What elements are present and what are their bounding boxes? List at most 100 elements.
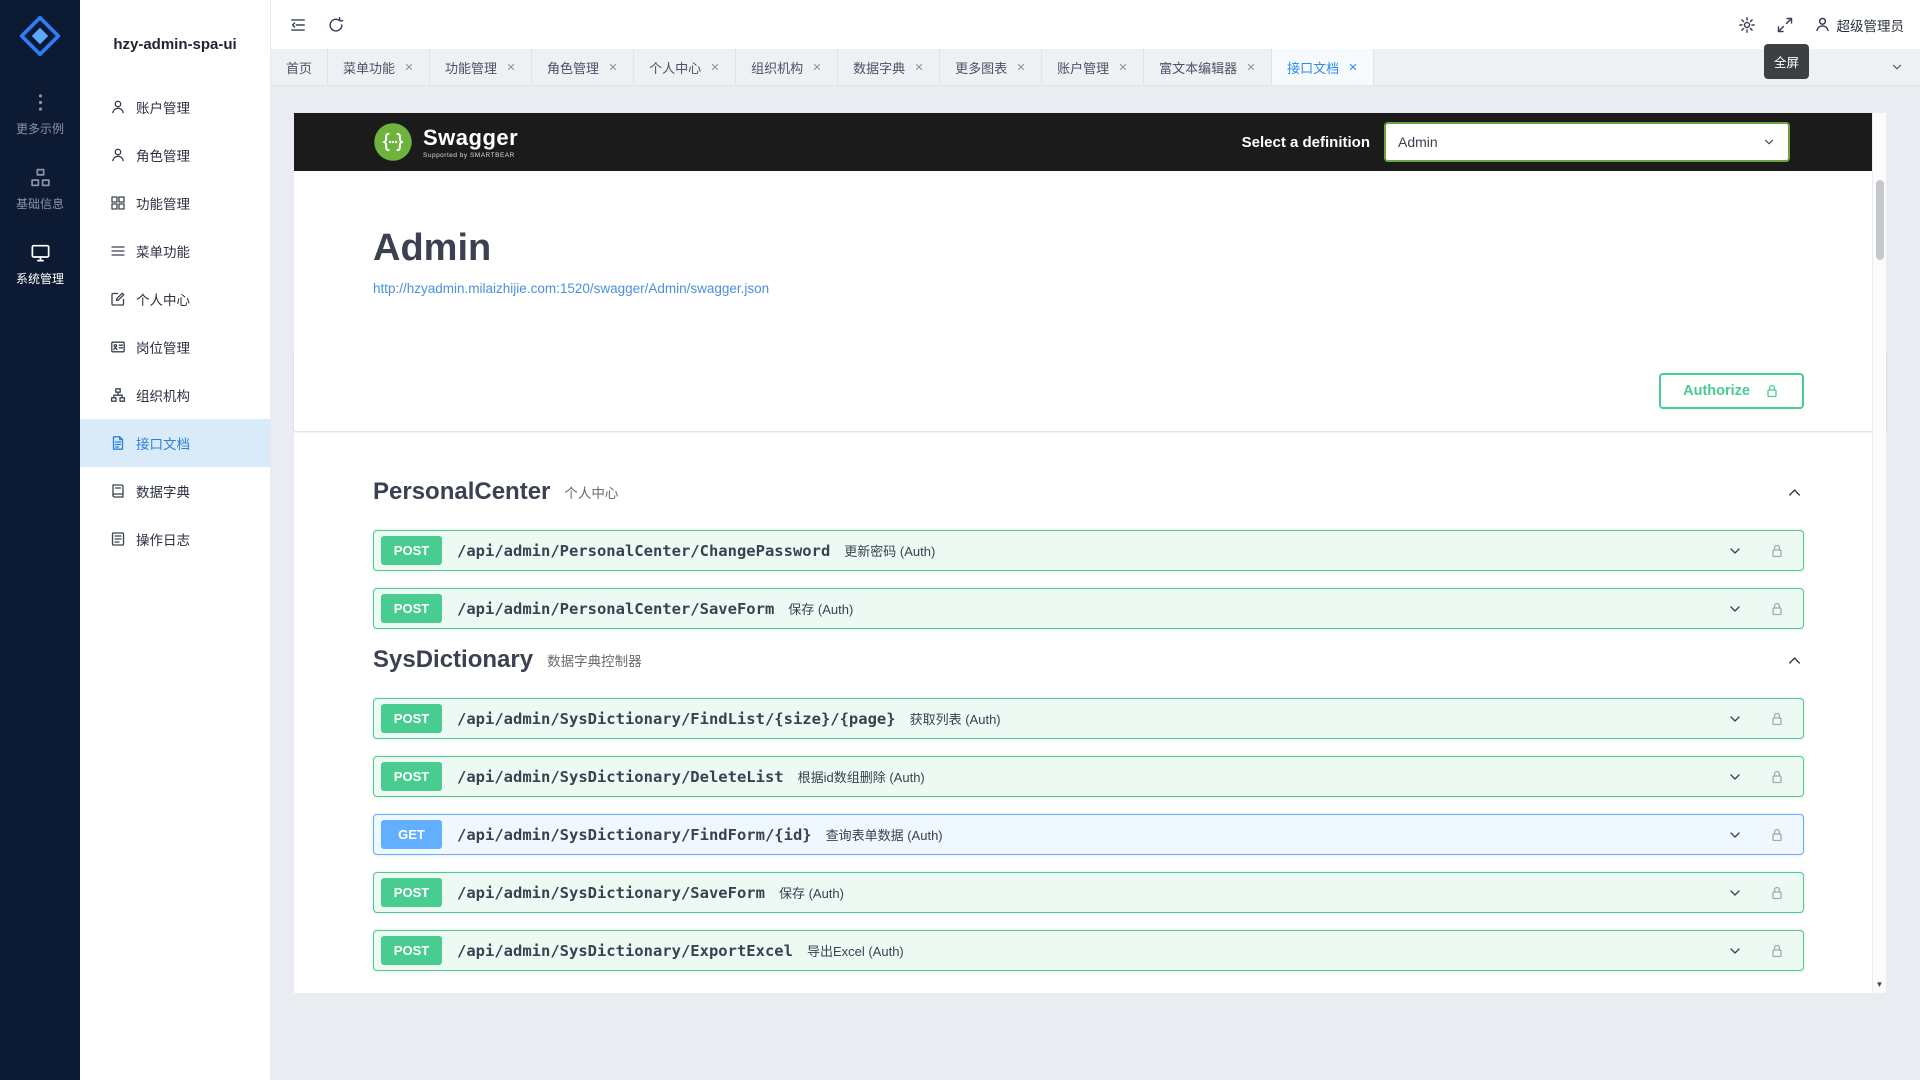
- rail-item[interactable]: 更多示例: [0, 82, 80, 147]
- expand-operation-icon[interactable]: [1727, 769, 1743, 785]
- tab-close-icon[interactable]: [608, 62, 618, 72]
- scrollbar-down-arrow[interactable]: ▼: [1873, 980, 1886, 989]
- tab-close-icon[interactable]: [404, 62, 414, 72]
- tab[interactable]: 个人中心: [634, 49, 736, 85]
- sidebar-item[interactable]: 角色管理: [80, 131, 270, 179]
- authorize-lock-icon: [1764, 383, 1780, 399]
- tab[interactable]: 菜单功能: [328, 49, 430, 85]
- tab-label: 菜单功能: [343, 58, 395, 77]
- selected-definition: Admin: [1398, 134, 1438, 150]
- expand-operation-icon[interactable]: [1727, 827, 1743, 843]
- auth-lock-icon[interactable]: [1769, 711, 1785, 727]
- auth-lock-icon[interactable]: [1769, 769, 1785, 785]
- operation-summary: 保存 (Auth): [788, 599, 853, 618]
- expand-operation-icon[interactable]: [1727, 943, 1743, 959]
- tab-close-icon[interactable]: [812, 62, 822, 72]
- tab-close-icon[interactable]: [914, 62, 924, 72]
- sidebar-item-label: 岗位管理: [136, 337, 190, 357]
- sidebar-item-label: 账户管理: [136, 97, 190, 117]
- auth-lock-icon[interactable]: [1769, 601, 1785, 617]
- method-badge: POST: [381, 762, 442, 791]
- tag-description: 个人中心: [564, 482, 618, 502]
- tab[interactable]: 角色管理: [532, 49, 634, 85]
- tab-close-icon[interactable]: [1016, 62, 1026, 72]
- auth-lock-icon[interactable]: [1769, 885, 1785, 901]
- secondary-sidebar: hzy-admin-spa-ui 账户管理 角色管理 功能管理: [80, 0, 271, 1080]
- operation-row[interactable]: GET /api/admin/SysDictionary/FindForm/{i…: [373, 814, 1804, 855]
- card-icon: [110, 339, 126, 355]
- tab-close-icon[interactable]: [1118, 62, 1128, 72]
- tab-close-icon[interactable]: [1348, 62, 1358, 72]
- method-badge: POST: [381, 704, 442, 733]
- user-menu[interactable]: 超级管理员: [1814, 15, 1905, 35]
- sidebar-item[interactable]: 岗位管理: [80, 323, 270, 371]
- sidebar-item[interactable]: 个人中心: [80, 275, 270, 323]
- collapse-section-icon[interactable]: [1785, 483, 1804, 502]
- expand-operation-icon[interactable]: [1727, 543, 1743, 559]
- tab-close-icon[interactable]: [1246, 62, 1256, 72]
- collapse-section-icon[interactable]: [1785, 651, 1804, 670]
- tab[interactable]: 组织机构: [736, 49, 838, 85]
- expand-operation-icon[interactable]: [1727, 711, 1743, 727]
- tab-label: 首页: [286, 58, 312, 77]
- expand-operation-icon[interactable]: [1727, 885, 1743, 901]
- swagger-brand: Swagger Supported by SMARTBEAR: [373, 122, 518, 162]
- tag-name: PersonalCenter: [373, 478, 550, 506]
- primary-rail: 更多示例 基础信息 系统管理: [0, 0, 80, 1080]
- tab[interactable]: 账户管理: [1042, 49, 1144, 85]
- operation-row[interactable]: POST /api/admin/SysDictionary/ExportExce…: [373, 930, 1804, 971]
- tag-header[interactable]: SysDictionary 数据字典控制器: [373, 646, 1804, 674]
- rail-item[interactable]: 系统管理: [0, 232, 80, 297]
- auth-lock-icon[interactable]: [1769, 827, 1785, 843]
- top-header: 超级管理员: [271, 0, 1920, 49]
- sidebar-item[interactable]: 账户管理: [80, 83, 270, 131]
- refresh-icon[interactable]: [327, 16, 345, 34]
- sidebar-item[interactable]: 操作日志: [80, 515, 270, 563]
- authorize-button[interactable]: Authorize: [1659, 373, 1804, 409]
- operation-row[interactable]: POST /api/admin/SysDictionary/SaveForm 保…: [373, 872, 1804, 913]
- sidebar-item[interactable]: 菜单功能: [80, 227, 270, 275]
- auth-lock-icon[interactable]: [1769, 543, 1785, 559]
- tab[interactable]: 数据字典: [838, 49, 940, 85]
- content-area: Swagger Supported by SMARTBEAR Select a …: [271, 86, 1920, 1080]
- swagger-scrollbar[interactable]: ▼: [1872, 113, 1886, 993]
- scrollbar-thumb[interactable]: [1876, 180, 1884, 260]
- doc-icon: [110, 435, 126, 451]
- sidebar-item[interactable]: 组织机构: [80, 371, 270, 419]
- user-icon: [110, 147, 126, 163]
- api-sections: PersonalCenter 个人中心 POST /ap: [373, 478, 1804, 971]
- rail-item[interactable]: 基础信息: [0, 157, 80, 222]
- sidebar-item[interactable]: 功能管理: [80, 179, 270, 227]
- operation-row[interactable]: POST /api/admin/PersonalCenter/SaveForm …: [373, 588, 1804, 629]
- tag-header[interactable]: PersonalCenter 个人中心: [373, 478, 1804, 506]
- user-avatar-icon: [1814, 16, 1831, 33]
- auth-lock-icon[interactable]: [1769, 943, 1785, 959]
- expand-operation-icon[interactable]: [1727, 601, 1743, 617]
- tab[interactable]: 更多图表: [940, 49, 1042, 85]
- settings-gear-icon[interactable]: [1738, 16, 1756, 34]
- definition-select[interactable]: Admin: [1384, 122, 1790, 162]
- tab[interactable]: 功能管理: [430, 49, 532, 85]
- tag-name: SysDictionary: [373, 646, 533, 674]
- sidebar-item[interactable]: 接口文档: [80, 419, 270, 467]
- tab-close-icon[interactable]: [710, 62, 720, 72]
- fullscreen-icon[interactable]: [1776, 16, 1794, 34]
- operation-row[interactable]: POST /api/admin/PersonalCenter/ChangePas…: [373, 530, 1804, 571]
- chevron-down-icon: [1890, 60, 1904, 74]
- tab[interactable]: 首页: [271, 49, 328, 85]
- tab[interactable]: 富文本编辑器: [1144, 49, 1272, 85]
- tab-overflow-dropdown[interactable]: [1874, 49, 1920, 85]
- header-left-actions: [289, 16, 345, 34]
- sidebar-item-label: 角色管理: [136, 145, 190, 165]
- tab-label: 功能管理: [445, 58, 497, 77]
- sidebar-item[interactable]: 数据字典: [80, 467, 270, 515]
- collapse-menu-icon[interactable]: [289, 16, 307, 34]
- spec-url-link[interactable]: http://hzyadmin.milaizhijie.com:1520/swa…: [373, 281, 769, 296]
- tab-close-icon[interactable]: [506, 62, 516, 72]
- method-badge: POST: [381, 936, 442, 965]
- operation-row[interactable]: POST /api/admin/SysDictionary/FindList/{…: [373, 698, 1804, 739]
- tab[interactable]: 接口文档: [1272, 49, 1374, 85]
- operation-path: /api/admin/PersonalCenter/ChangePassword: [457, 542, 830, 560]
- operation-row[interactable]: POST /api/admin/SysDictionary/DeleteList…: [373, 756, 1804, 797]
- app-logo[interactable]: [18, 14, 62, 58]
